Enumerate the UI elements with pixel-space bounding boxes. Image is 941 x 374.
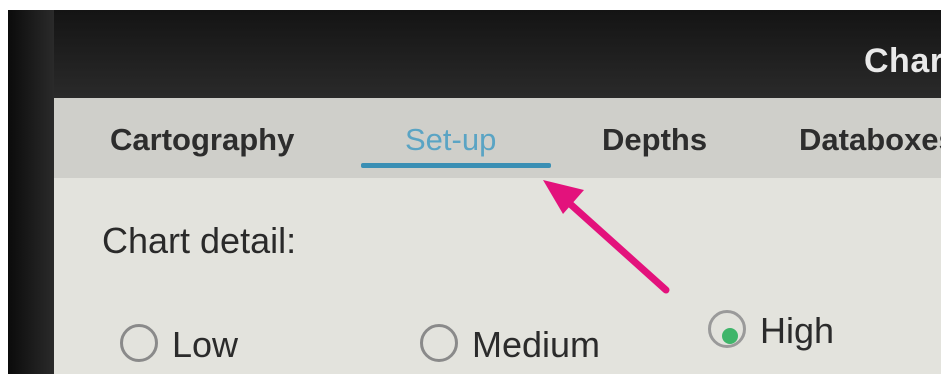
- annotation-arrow-icon: [543, 180, 670, 294]
- device-screen: Chart s Cartography Set-up Depths Databo…: [8, 10, 941, 374]
